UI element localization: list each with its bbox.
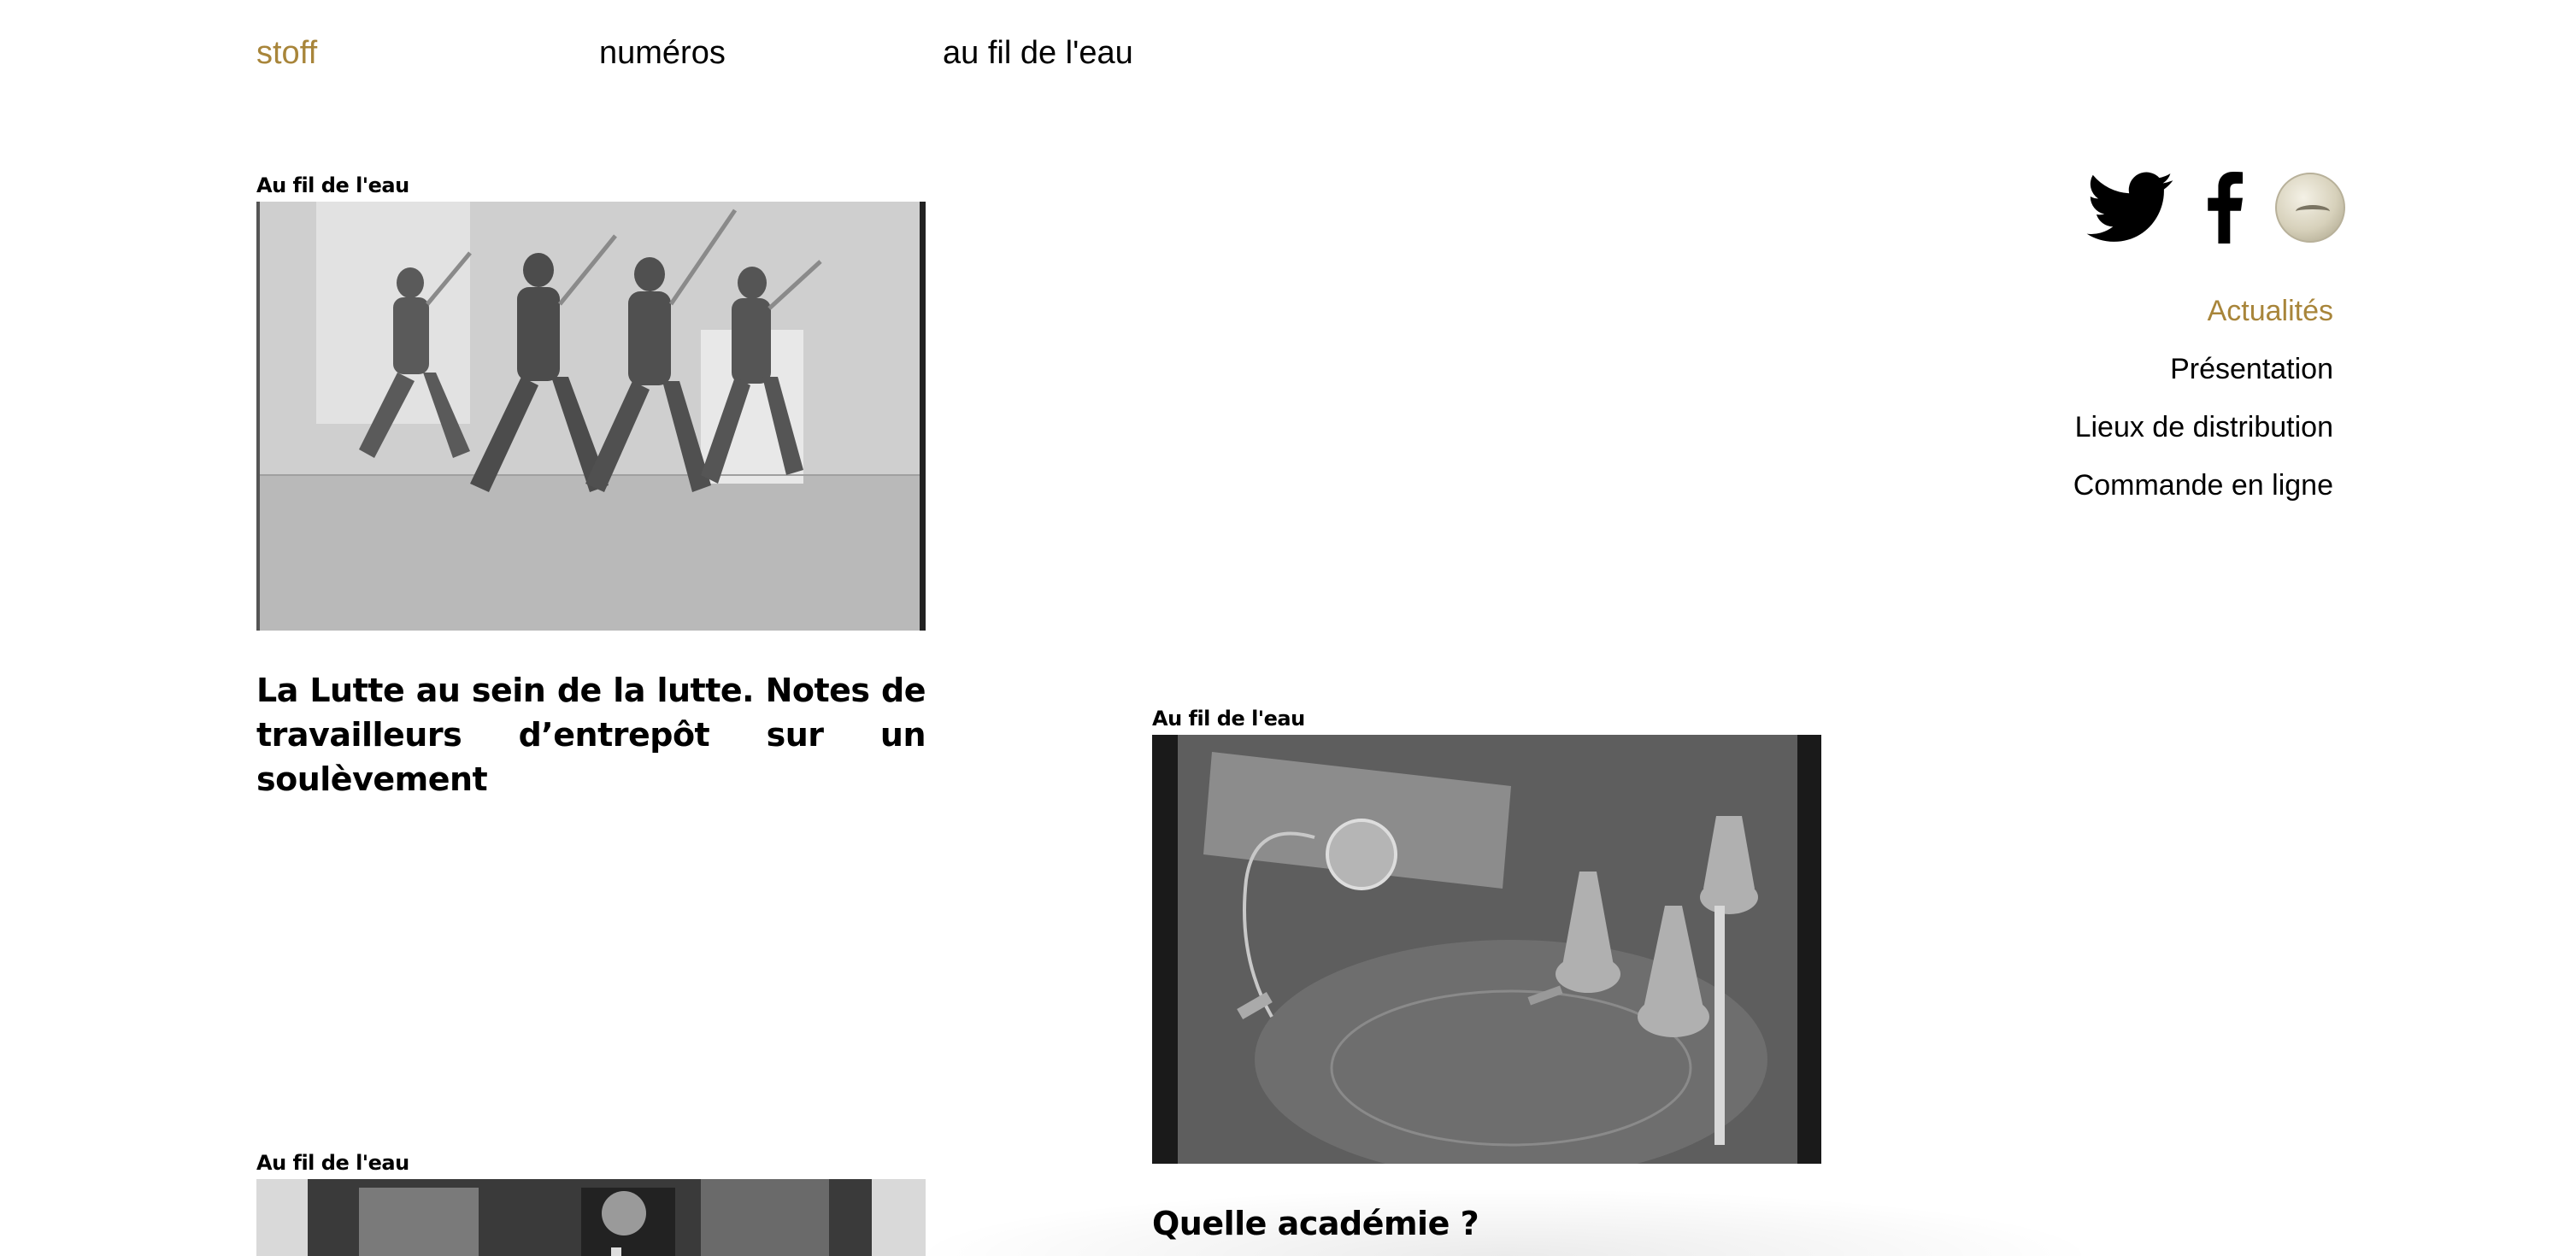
crowd-photo xyxy=(256,1179,926,1256)
article-title-link[interactable]: Quelle académie ? xyxy=(1152,1201,1821,1246)
side-menu: Actualités Présentation Lieux de distrib… xyxy=(2073,282,2333,514)
article-card: Au fil de l'eau Quelle académie ? xyxy=(1152,706,1821,1246)
article-card: Au fil de l'eau xyxy=(256,1150,926,1256)
facebook-icon[interactable] xyxy=(2207,171,2243,244)
dancers-photo xyxy=(256,202,926,631)
side-menu-item-lieux-de-distribution[interactable]: Lieux de distribution xyxy=(2073,398,2333,456)
article-category-link[interactable]: Au fil de l'eau xyxy=(1152,706,1821,735)
article-image[interactable] xyxy=(256,202,926,631)
social-links xyxy=(2085,171,2345,244)
article-category-link[interactable]: Au fil de l'eau xyxy=(256,1150,926,1179)
article-image[interactable] xyxy=(256,1179,926,1256)
instruments-photo xyxy=(1152,735,1821,1164)
article-image[interactable] xyxy=(1152,735,1821,1164)
nav-link-stoff[interactable]: stoff xyxy=(256,31,317,75)
article-category-link[interactable]: Au fil de l'eau xyxy=(256,173,926,202)
side-menu-item-actualites[interactable]: Actualités xyxy=(2073,282,2333,340)
nav-link-numeros[interactable]: numéros xyxy=(599,31,726,75)
article-card: Au fil de l'eau xyxy=(256,173,926,801)
twitter-icon[interactable] xyxy=(2085,172,2174,244)
nav-link-au-fil-de-l-eau[interactable]: au fil de l'eau xyxy=(943,31,1133,75)
side-menu-item-commande-en-ligne[interactable]: Commande en ligne xyxy=(2073,456,2333,514)
side-menu-item-presentation[interactable]: Présentation xyxy=(2073,340,2333,398)
stoff-logo-icon[interactable] xyxy=(2275,173,2345,243)
article-title-link[interactable]: La Lutte au sein de la lutte. Notes de t… xyxy=(256,668,926,801)
